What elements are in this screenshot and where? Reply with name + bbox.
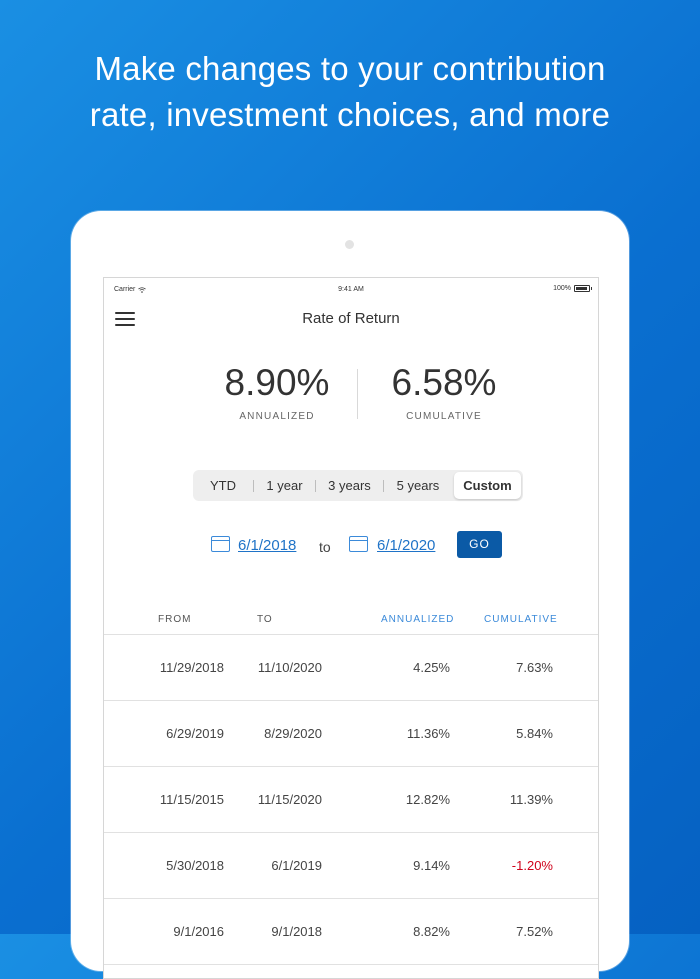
- status-time: 9:41 AM: [338, 286, 364, 293]
- return-summary: 8.90% ANNUALIZED 6.58% CUMULATIVE: [104, 363, 598, 423]
- period-1-year[interactable]: 1 year: [254, 470, 315, 501]
- row-to: 8/29/2020: [264, 726, 322, 741]
- table-row[interactable]: 6/29/2019 8/29/2020 11.36% 5.84%: [104, 701, 598, 767]
- row-to: 11/15/2020: [257, 792, 322, 807]
- table-row[interactable]: 11/15/2015 11/15/2020 12.82% 11.39%: [104, 767, 598, 833]
- date-to-label: to: [319, 539, 331, 555]
- returns-table-header: FROM TO ANNUALIZED CUMULATIVE: [104, 608, 598, 635]
- calendar-icon[interactable]: [211, 536, 230, 552]
- row-to: 11/10/2020: [257, 660, 322, 675]
- row-annualized: 12.82%: [405, 792, 450, 807]
- period-custom[interactable]: Custom: [454, 472, 521, 499]
- row-cumulative: 11.39%: [509, 792, 553, 807]
- status-bar: Carrier 9:41 AM 100%: [104, 278, 598, 300]
- row-from: 11/15/2015: [159, 792, 224, 807]
- camera-dot: [345, 240, 354, 249]
- period-3-years[interactable]: 3 years: [316, 470, 383, 501]
- returns-table-body: 11/29/2018 11/10/2020 4.25% 7.63% 6/29/2…: [104, 635, 598, 965]
- row-annualized: 9.14%: [413, 858, 450, 873]
- period-selector: YTD 1 year 3 years 5 years Custom: [193, 470, 523, 501]
- start-date-link[interactable]: 6/1/2018: [238, 537, 296, 554]
- marketing-headline: Make changes to your contribution rate, …: [0, 46, 700, 138]
- app-screen: Carrier 9:41 AM 100% Rate of Return 8.90…: [103, 277, 599, 979]
- row-to: 6/1/2019: [271, 858, 322, 873]
- cumulative-label: CUMULATIVE: [406, 411, 482, 422]
- cumulative-summary: 6.58% CUMULATIVE: [344, 362, 544, 423]
- table-row[interactable]: 11/29/2018 11/10/2020 4.25% 7.63%: [104, 635, 598, 701]
- headline-line-1: Make changes to your contribution: [94, 50, 606, 87]
- row-from: 5/30/2018: [166, 858, 224, 873]
- row-from: 9/1/2016: [173, 924, 224, 939]
- row-annualized: 11.36%: [406, 726, 450, 741]
- header-annualized[interactable]: ANNUALIZED: [381, 614, 454, 625]
- table-row[interactable]: 5/30/2018 6/1/2019 9.14% -1.20%: [104, 833, 598, 899]
- period-ytd[interactable]: YTD: [193, 470, 253, 501]
- nav-bar: Rate of Return: [104, 300, 598, 340]
- cumulative-value: 6.58%: [391, 362, 497, 403]
- header-from: FROM: [158, 614, 192, 625]
- row-to: 9/1/2018: [271, 924, 322, 939]
- period-5-years[interactable]: 5 years: [384, 470, 452, 501]
- end-date-link[interactable]: 6/1/2020: [377, 537, 435, 554]
- tablet-frame: Carrier 9:41 AM 100% Rate of Return 8.90…: [71, 211, 629, 979]
- row-annualized: 8.82%: [413, 924, 450, 939]
- row-cumulative: 7.52%: [516, 924, 553, 939]
- row-cumulative: 7.63%: [516, 660, 553, 675]
- headline-line-2: rate, investment choices, and more: [89, 96, 611, 133]
- table-row[interactable]: 9/1/2016 9/1/2018 8.82% 7.52%: [104, 899, 598, 965]
- battery-icon: [574, 285, 592, 292]
- go-button[interactable]: GO: [457, 531, 502, 558]
- row-cumulative: 5.84%: [516, 726, 553, 741]
- row-annualized: 4.25%: [413, 660, 450, 675]
- calendar-icon[interactable]: [349, 536, 368, 552]
- date-range-row: 6/1/2018 to 6/1/2020 GO: [104, 531, 598, 561]
- header-cumulative[interactable]: CUMULATIVE: [484, 614, 558, 625]
- row-from: 6/29/2019: [166, 726, 224, 741]
- page-title: Rate of Return: [302, 310, 400, 327]
- status-battery: 100%: [553, 285, 592, 292]
- row-cumulative: -1.20%: [511, 858, 553, 873]
- battery-percent: 100%: [553, 285, 571, 292]
- row-from: 11/29/2018: [159, 660, 224, 675]
- header-to: TO: [257, 614, 273, 625]
